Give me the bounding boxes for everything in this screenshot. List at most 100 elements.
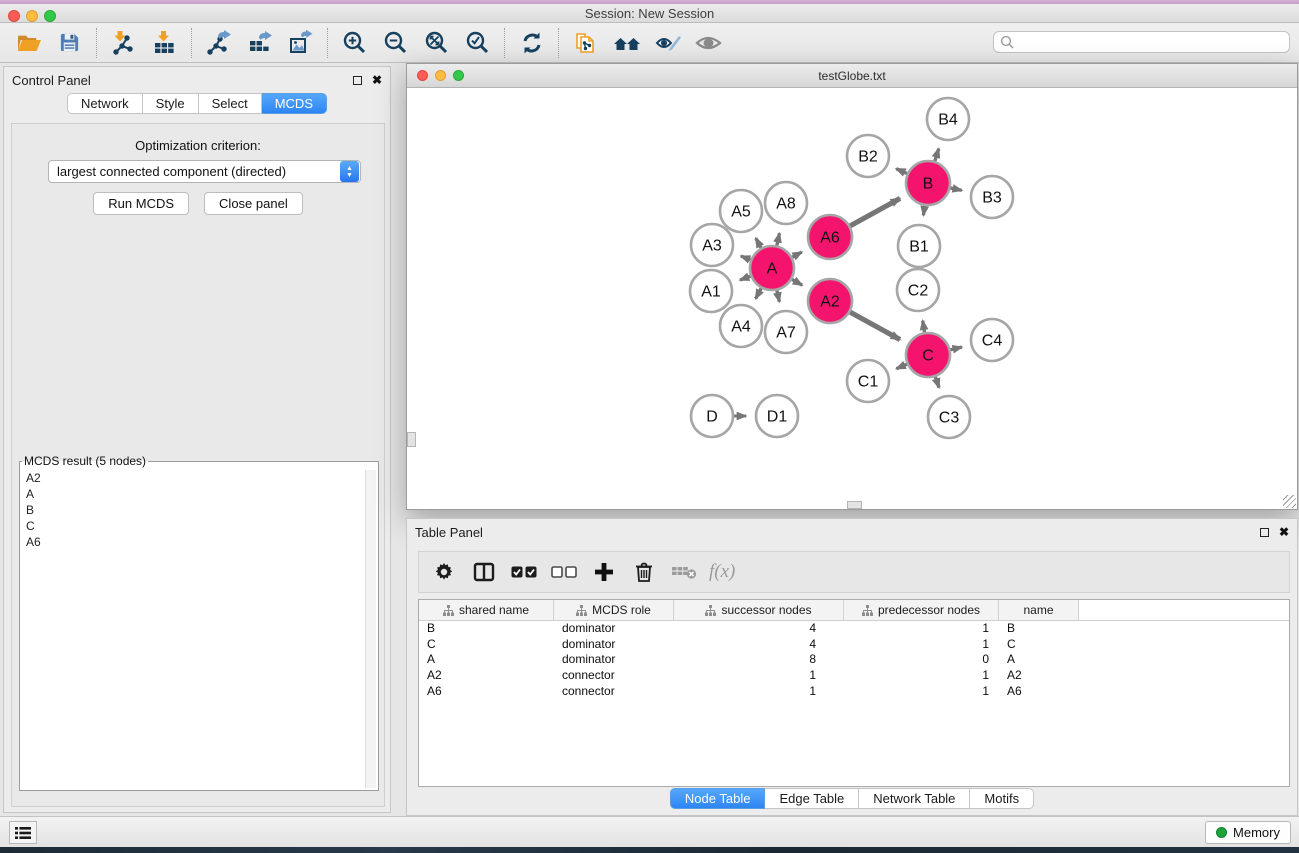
- close-panel-icon[interactable]: ✖: [1279, 527, 1289, 537]
- graph-edge-A-A3[interactable]: [741, 256, 751, 260]
- toggle-column-view-icon[interactable]: [469, 557, 499, 587]
- network-canvas[interactable]: B4B2BB3B1A5A8A6A3AA1A2A4A7C2C4CC1C3DD1: [407, 88, 1297, 509]
- column-header-shared-name[interactable]: shared name: [419, 600, 554, 620]
- graph-edge-A2-C[interactable]: [850, 312, 900, 339]
- export-table-icon[interactable]: [239, 26, 280, 60]
- cell-shared-name[interactable]: B: [419, 621, 554, 637]
- resize-corner-icon[interactable]: [1283, 495, 1296, 508]
- mcds-result-item[interactable]: A2: [26, 470, 378, 486]
- memory-button[interactable]: Memory: [1205, 821, 1291, 844]
- show-graphics-details-icon[interactable]: [688, 26, 729, 60]
- cell-MCDS-role[interactable]: connector: [554, 668, 674, 684]
- search-field[interactable]: [993, 31, 1290, 53]
- graph-edge-C-C2[interactable]: [923, 321, 925, 333]
- column-header-name[interactable]: name: [999, 600, 1079, 620]
- search-input[interactable]: [1014, 35, 1283, 49]
- column-header-successor-nodes[interactable]: successor nodes: [674, 600, 844, 620]
- open-file-icon[interactable]: [8, 26, 49, 60]
- cell-predecessor-nodes[interactable]: 1: [844, 684, 999, 700]
- import-network-icon[interactable]: [103, 26, 144, 60]
- float-panel-icon[interactable]: [353, 76, 362, 85]
- graph-edge-C-C4[interactable]: [950, 347, 961, 350]
- cell-successor-nodes[interactable]: 1: [674, 684, 844, 700]
- tab-network[interactable]: Network: [67, 93, 143, 114]
- zoom-in-icon[interactable]: [334, 26, 375, 60]
- graph-edge-A-A4[interactable]: [756, 288, 762, 298]
- graph-edge-B-B2[interactable]: [896, 169, 907, 174]
- deselect-all-checkboxes-icon[interactable]: [549, 557, 579, 587]
- cell-successor-nodes[interactable]: 4: [674, 621, 844, 637]
- cell-predecessor-nodes[interactable]: 1: [844, 668, 999, 684]
- close-traffic-light[interactable]: [8, 10, 20, 22]
- cell-MCDS-role[interactable]: dominator: [554, 637, 674, 653]
- hide-graphics-details-icon[interactable]: [647, 26, 688, 60]
- scrollbar-track[interactable]: [365, 470, 376, 788]
- table-row[interactable]: A6connector11A6: [419, 684, 1289, 700]
- graph-edge-B-B3[interactable]: [950, 188, 961, 190]
- float-panel-icon[interactable]: [1260, 528, 1269, 537]
- zoom-traffic-light[interactable]: [44, 10, 56, 22]
- cell-shared-name[interactable]: A6: [419, 684, 554, 700]
- left-edge-gripper[interactable]: [407, 432, 416, 447]
- tab-edge-table[interactable]: Edge Table: [765, 788, 859, 809]
- zoom-selected-icon[interactable]: [457, 26, 498, 60]
- delete-column-icon[interactable]: [629, 557, 659, 587]
- graph-edge-A-A7[interactable]: [777, 290, 779, 301]
- cell-predecessor-nodes[interactable]: 1: [844, 621, 999, 637]
- graph-edge-C-C1[interactable]: [896, 364, 906, 369]
- cell-successor-nodes[interactable]: 8: [674, 652, 844, 668]
- cell-name[interactable]: B: [999, 621, 1079, 637]
- cell-predecessor-nodes[interactable]: 1: [844, 637, 999, 653]
- tab-node-table[interactable]: Node Table: [670, 788, 766, 809]
- optimization-criterion-select[interactable]: largest connected component (directed) ▲…: [48, 160, 361, 183]
- mcds-result-item[interactable]: A6: [26, 534, 378, 550]
- function-builder-icon[interactable]: f(x): [709, 561, 735, 583]
- cell-shared-name[interactable]: A: [419, 652, 554, 668]
- select-all-checkboxes-icon[interactable]: [509, 557, 539, 587]
- tab-motifs[interactable]: Motifs: [970, 788, 1034, 809]
- cell-name[interactable]: A: [999, 652, 1079, 668]
- graph-edge-A-A6[interactable]: [792, 252, 801, 257]
- column-header-predecessor-nodes[interactable]: predecessor nodes: [844, 600, 999, 620]
- duplicate-network-icon[interactable]: [565, 26, 606, 60]
- tab-mcds[interactable]: MCDS: [262, 93, 327, 114]
- zoom-fit-icon[interactable]: [416, 26, 457, 60]
- cell-name[interactable]: C: [999, 637, 1079, 653]
- cell-shared-name[interactable]: A2: [419, 668, 554, 684]
- close-traffic-light[interactable]: [417, 70, 428, 81]
- settings-gear-icon[interactable]: [429, 557, 459, 587]
- cell-predecessor-nodes[interactable]: 0: [844, 652, 999, 668]
- cell-successor-nodes[interactable]: 1: [674, 668, 844, 684]
- task-history-button[interactable]: [9, 821, 37, 844]
- export-image-icon[interactable]: [280, 26, 321, 60]
- network-overview-icon[interactable]: [606, 26, 647, 60]
- table-row[interactable]: A2connector11A2: [419, 668, 1289, 684]
- mcds-result-item[interactable]: B: [26, 502, 378, 518]
- graph-edge-B-B4[interactable]: [935, 149, 939, 161]
- cell-name[interactable]: A2: [999, 668, 1079, 684]
- save-session-icon[interactable]: [49, 26, 90, 60]
- tab-network-table[interactable]: Network Table: [859, 788, 970, 809]
- table-row[interactable]: Bdominator41B: [419, 621, 1289, 637]
- cell-MCDS-role[interactable]: connector: [554, 684, 674, 700]
- table-row[interactable]: Adominator80A: [419, 652, 1289, 668]
- delete-table-icon[interactable]: [669, 557, 699, 587]
- graph-edge-C-C3[interactable]: [935, 377, 939, 388]
- graph-edge-A-A5[interactable]: [756, 238, 761, 248]
- cell-shared-name[interactable]: C: [419, 637, 554, 653]
- column-header-MCDS-role[interactable]: MCDS role: [554, 600, 674, 620]
- zoom-out-icon[interactable]: [375, 26, 416, 60]
- cell-MCDS-role[interactable]: dominator: [554, 652, 674, 668]
- zoom-traffic-light[interactable]: [453, 70, 464, 81]
- network-window-titlebar[interactable]: testGlobe.txt: [407, 64, 1297, 88]
- minimize-traffic-light[interactable]: [26, 10, 38, 22]
- close-panel-icon[interactable]: ✖: [372, 75, 382, 85]
- import-table-icon[interactable]: [144, 26, 185, 60]
- minimize-traffic-light[interactable]: [435, 70, 446, 81]
- graph-edge-A6-B[interactable]: [850, 198, 900, 225]
- mcds-result-item[interactable]: C: [26, 518, 378, 534]
- bottom-edge-gripper[interactable]: [847, 501, 862, 509]
- cell-name[interactable]: A6: [999, 684, 1079, 700]
- graph-edge-A-A8[interactable]: [777, 233, 780, 245]
- tab-select[interactable]: Select: [199, 93, 262, 114]
